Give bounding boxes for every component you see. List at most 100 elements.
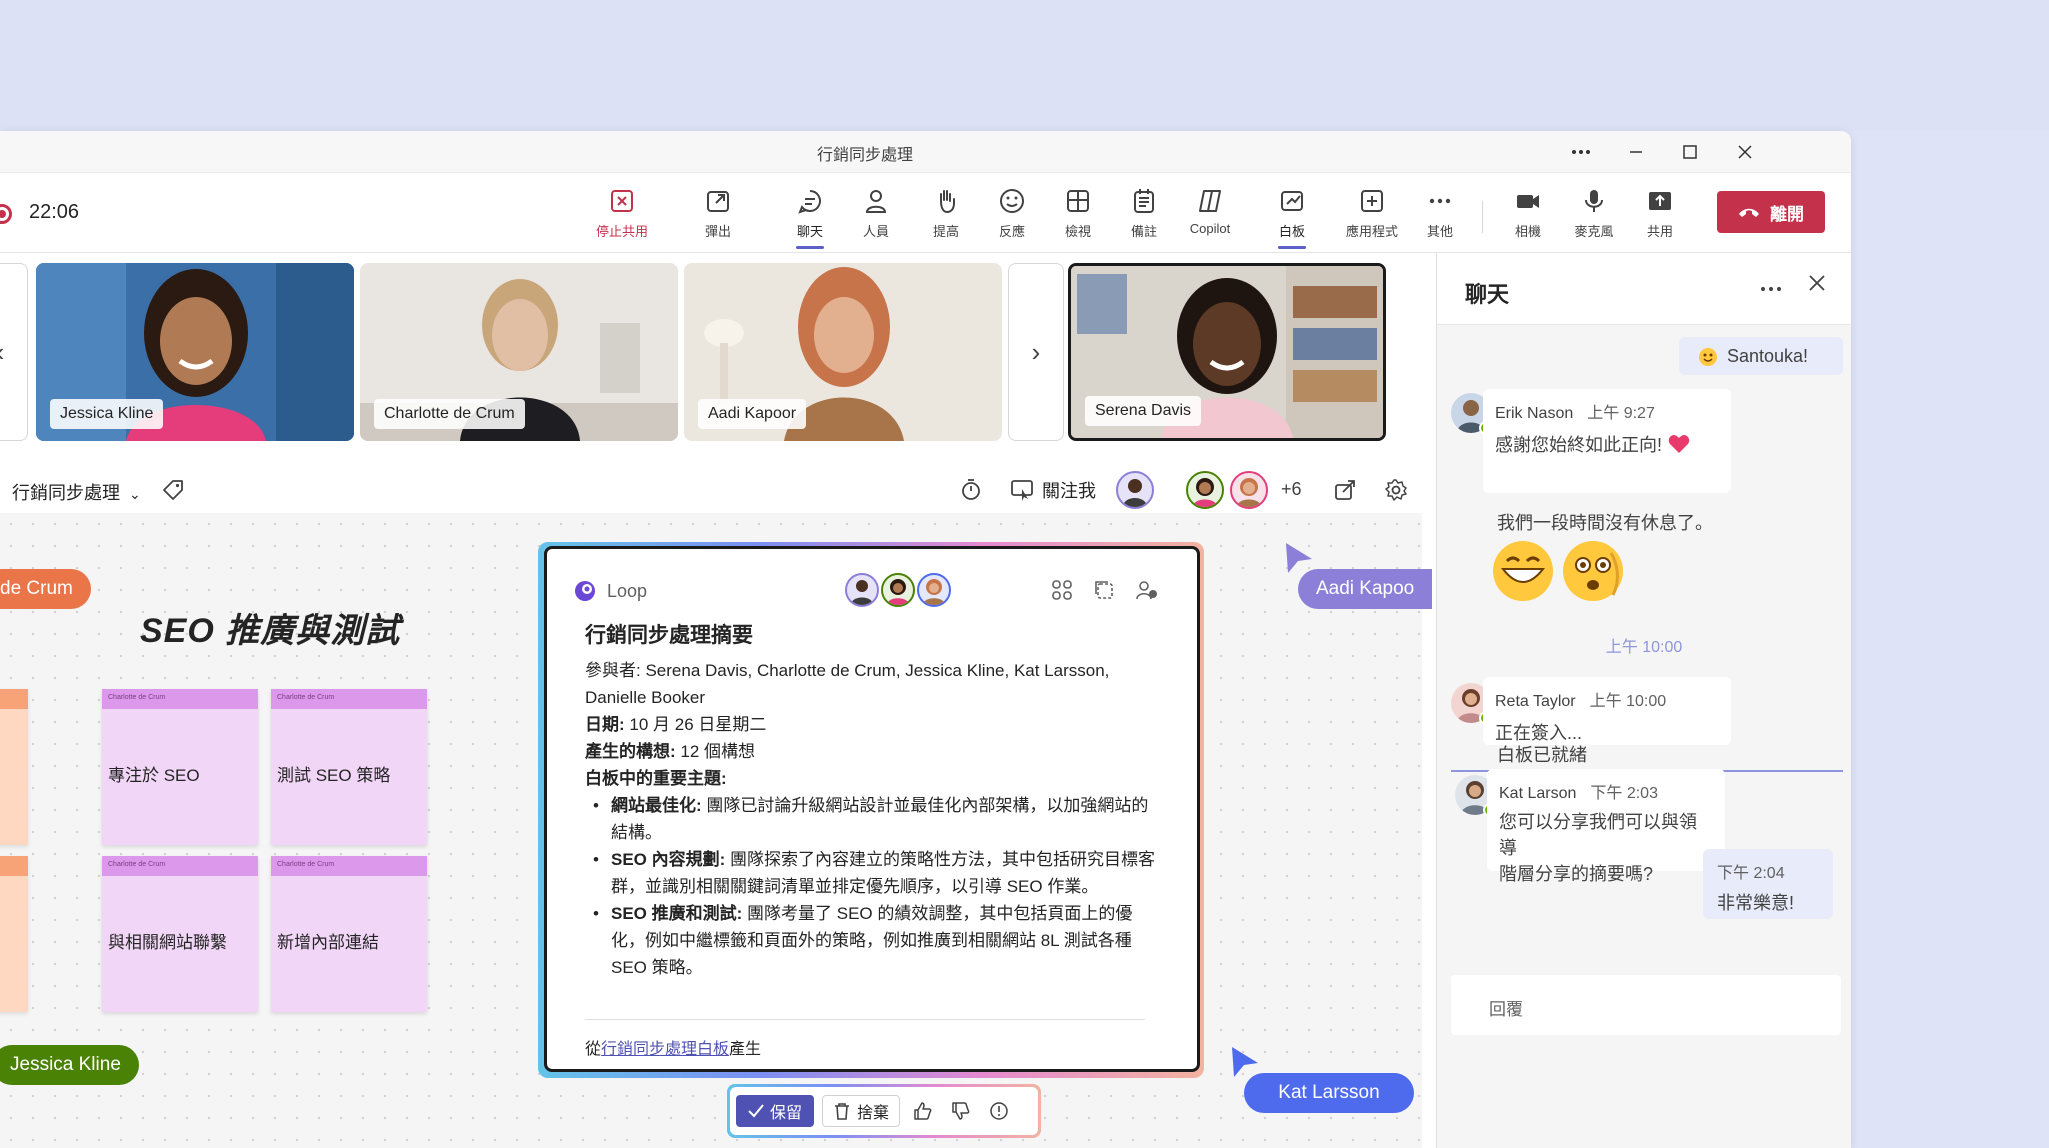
settings-gear-icon[interactable] — [1381, 475, 1411, 505]
maximize-icon[interactable] — [1670, 137, 1710, 167]
whiteboard-heading: SEO 推廣與測試 — [140, 612, 401, 650]
loop-source-footer: 從行銷同步處理白板產生 — [585, 1041, 762, 1058]
people-icon — [865, 190, 887, 213]
strip-previous-button[interactable]: ‹ — [0, 263, 28, 441]
chat-panel: 聊天 Santouka! Erik Nason 上午 9:27 感謝您始終如此正向… — [1436, 253, 1851, 1148]
strip-next-button[interactable]: › — [1008, 263, 1064, 441]
avatar[interactable] — [1186, 471, 1224, 509]
pop-out-button[interactable]: 彈出 — [682, 187, 754, 245]
follow-me-button[interactable]: 關注我 — [1010, 477, 1096, 503]
keep-button[interactable]: 保留 — [736, 1095, 815, 1127]
desktop-background — [0, 0, 2049, 131]
attendees-line: 參與者: Serena Davis, Charlotte de Crum, Je… — [585, 661, 1110, 707]
share-button[interactable]: 共用 — [1624, 187, 1696, 245]
more-options-icon[interactable] — [1561, 137, 1601, 167]
list-item: 網站最佳化: 團隊已討論升級網站設計並最佳化內部架構，以加強網站的結構。 — [593, 792, 1165, 846]
timer-icon[interactable] — [956, 475, 986, 505]
view-icon — [1067, 190, 1089, 212]
chat-message: Reta Taylor 上午 10:00 正在簽入... — [1483, 677, 1731, 745]
toolbar-divider — [1482, 201, 1483, 233]
topics-list: 網站最佳化: 團隊已討論升級網站設計並最佳化內部架構，以加強網站的結構。 SEO… — [585, 792, 1165, 981]
loop-header: Loop — [573, 579, 647, 603]
share-people-icon[interactable] — [1135, 579, 1159, 603]
sticky-author: Charlotte de Crum — [271, 689, 427, 709]
chat-button[interactable]: 聊天 — [774, 187, 846, 249]
chat-message: Erik Nason 上午 9:27 感謝您始終如此正向! — [1483, 389, 1731, 493]
tag-icon[interactable] — [158, 475, 188, 505]
apps-icon — [1361, 190, 1383, 212]
avatar — [881, 573, 915, 607]
participant-name: Aadi Kapoor — [698, 399, 807, 429]
feedback-icon[interactable] — [984, 1096, 1014, 1126]
chat-message-text: 白板已就緒 — [1497, 745, 1587, 765]
whiteboard-button[interactable]: 白板 — [1256, 187, 1328, 249]
thumbs-down-icon[interactable] — [946, 1096, 976, 1126]
sticky-note[interactable] — [0, 856, 28, 1012]
video-tile[interactable]: Charlotte de Crum — [360, 263, 678, 441]
stop-sharing-button[interactable]: 停止共用 — [586, 187, 658, 245]
close-window-icon[interactable] — [1725, 137, 1765, 167]
discard-button[interactable]: 捨棄 — [822, 1095, 901, 1127]
recording-icon — [0, 204, 12, 224]
sticky-text: 專注於 SEO — [108, 766, 200, 785]
more-button[interactable]: 其他 — [1404, 187, 1476, 245]
video-tile[interactable]: Jessica Kline — [36, 263, 354, 441]
video-tile-active-speaker[interactable]: Serena Davis — [1068, 263, 1386, 441]
chat-message: Kat Larson 下午 2:03 您可以分享我們可以與領導 階層分享的摘要嗎? — [1487, 769, 1725, 884]
chat-message-mine: Santouka! — [1679, 337, 1843, 375]
view-button[interactable]: 檢視 — [1042, 187, 1114, 245]
pop-out-icon — [707, 191, 729, 212]
date-line: 日期: 10 月 26 日星期二 — [585, 715, 767, 734]
camera-button[interactable]: 相機 — [1492, 187, 1564, 245]
chevron-down-icon: ⌄ — [129, 486, 141, 502]
video-tile[interactable]: Aadi Kapoor — [684, 263, 1002, 441]
reactions-icon — [1000, 189, 1024, 213]
thumbs-up-icon[interactable] — [908, 1096, 938, 1126]
reply-placeholder: 回覆 — [1489, 1000, 1523, 1019]
close-chat-icon[interactable] — [1807, 273, 1827, 298]
microphone-button[interactable]: 麥克風 — [1558, 187, 1630, 245]
avatar — [845, 573, 879, 607]
whiteboard-icon — [1281, 191, 1303, 211]
notes-icon — [1134, 189, 1154, 213]
people-button[interactable]: 人員 — [840, 187, 912, 245]
trash-icon — [835, 1103, 850, 1120]
sticky-note[interactable] — [0, 689, 28, 845]
hang-up-icon — [1739, 208, 1759, 217]
reactions-button[interactable]: 反應 — [976, 187, 1048, 245]
copilot-button[interactable]: Copilot — [1174, 187, 1246, 245]
more-participants-count[interactable]: +6 — [1281, 479, 1302, 500]
copy-component-icon[interactable] — [1093, 579, 1117, 603]
leave-button[interactable]: 離開 — [1717, 191, 1825, 233]
loop-summary-body: 參與者: Serena Davis, Charlotte de Crum, Je… — [585, 657, 1165, 981]
list-item: SEO 內容規劃: 團隊探索了內容建立的策略性方法，其中包括研究目標客群，並識別… — [593, 846, 1165, 900]
loop-summary-card[interactable]: Loop 行銷同步處理摘要 參與者: Serena Davis, Charlot… — [544, 546, 1200, 1072]
share-whiteboard-icon[interactable] — [1330, 475, 1360, 505]
avatar[interactable] — [1230, 471, 1268, 509]
loop-components-icon[interactable] — [1051, 579, 1075, 603]
sticky-note[interactable]: Charlotte de Crum 新增內部連結 — [271, 856, 427, 1012]
teams-meeting-window: 行銷同步處理 22:06 停止共用 彈出 聊天 人員 提高 反應 檢視 備註 C… — [0, 131, 1851, 1148]
sticky-note[interactable]: Charlotte de Crum 測試 SEO 策略 — [271, 689, 427, 845]
raise-hand-button[interactable]: 提高 — [910, 187, 982, 245]
avatar — [917, 573, 951, 607]
collaborator-cursor-label: Kat Larsson — [1244, 1073, 1414, 1113]
chat-header: 聊天 — [1437, 253, 1851, 325]
raise-hand-icon — [940, 190, 955, 214]
sticky-text: 新增內部連結 — [277, 933, 379, 952]
present-icon — [1011, 480, 1033, 501]
apps-button[interactable]: 應用程式 — [1336, 187, 1408, 245]
sticky-note[interactable]: Charlotte de Crum 專注於 SEO — [102, 689, 258, 845]
minimize-icon[interactable] — [1616, 137, 1656, 167]
sticky-note[interactable]: Charlotte de Crum 與相關網站聯繫 — [102, 856, 258, 1012]
avatar[interactable] — [1116, 471, 1154, 509]
chat-more-icon[interactable] — [1760, 279, 1782, 297]
heart-icon — [1668, 435, 1690, 453]
notes-button[interactable]: 備註 — [1108, 187, 1180, 245]
whiteboard-source-link[interactable]: 行銷同步處理白板 — [601, 1041, 729, 1058]
meeting-toolbar: 22:06 停止共用 彈出 聊天 人員 提高 反應 檢視 備註 Copilot … — [0, 173, 1851, 253]
sticky-text: 與相關網站聯繫 — [108, 933, 227, 952]
whiteboard-title-dropdown[interactable]: 行銷同步處理 ⌄ — [12, 479, 141, 505]
grinning-emoji-icon — [1493, 541, 1553, 601]
meeting-timer: 22:06 — [29, 201, 80, 223]
